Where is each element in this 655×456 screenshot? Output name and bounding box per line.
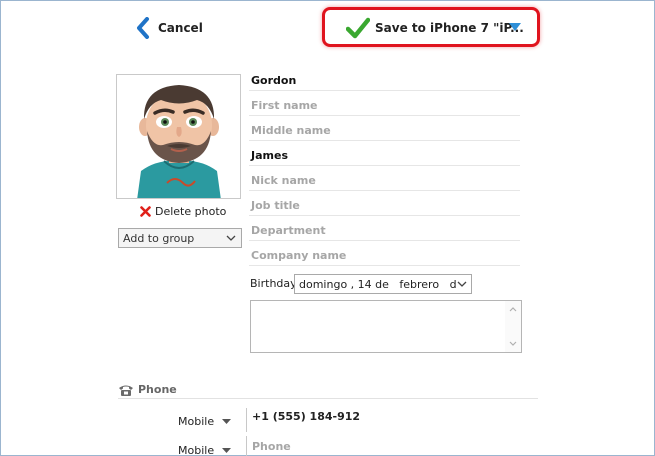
notes-scrollbar[interactable] [505,301,521,352]
phone-number-field[interactable]: +1 (555) 184-912 [252,407,522,427]
birthday-value: domingo , 14 de febrero de 1 [299,277,457,291]
phone-type-select[interactable]: Mobile [178,442,232,456]
middle-name-field[interactable]: Middle name [249,121,520,141]
x-icon [140,205,151,217]
checkmark-icon [346,17,370,39]
phone-type-label: Mobile [178,443,215,456]
department-field[interactable]: Department [249,221,520,241]
chevron-left-icon [137,17,149,39]
delete-photo-label: Delete photo [155,204,227,218]
phone-number-field[interactable]: Phone [252,437,522,456]
save-to-device-button[interactable]: Save to iPhone 7 "iP... [346,16,524,40]
phone-divider [246,436,247,456]
cancel-button[interactable]: Cancel [136,16,203,40]
scroll-up-icon[interactable] [509,307,517,312]
triangle-down-icon[interactable] [508,22,522,32]
chevron-down-icon [226,235,236,241]
contact-photo[interactable] [116,74,241,199]
phone-type-label: Mobile [178,414,215,428]
triangle-down-icon [222,418,232,424]
nick-name-field[interactable]: Nick name [249,171,520,191]
add-to-group-select[interactable]: Add to group [118,228,242,248]
triangle-down-icon [222,447,232,453]
phone-section-header: Phone [118,381,538,399]
cancel-label: Cancel [158,21,203,35]
phone-type-select[interactable]: Mobile [178,413,232,429]
scroll-down-icon[interactable] [509,341,517,346]
name-field[interactable]: James [249,146,520,166]
phone-icon [119,385,133,396]
job-title-field[interactable]: Job title [249,196,520,216]
phone-section-title: Phone [138,383,177,396]
last-name-field[interactable]: Gordon [249,71,520,91]
chevron-down-icon [457,281,467,287]
company-name-field[interactable]: Company name [249,246,520,266]
group-select-value: Add to group [123,231,195,245]
birthday-date-picker[interactable]: domingo , 14 de febrero de 1 [294,274,472,294]
notes-textarea[interactable] [250,300,522,353]
phone-divider [246,408,247,432]
avatar [137,85,221,198]
first-name-field[interactable]: First name [249,96,520,116]
save-label: Save to iPhone 7 "iP... [375,21,524,35]
birthday-label: Birthday [250,277,297,290]
delete-photo-button[interactable]: Delete photo [140,203,226,219]
